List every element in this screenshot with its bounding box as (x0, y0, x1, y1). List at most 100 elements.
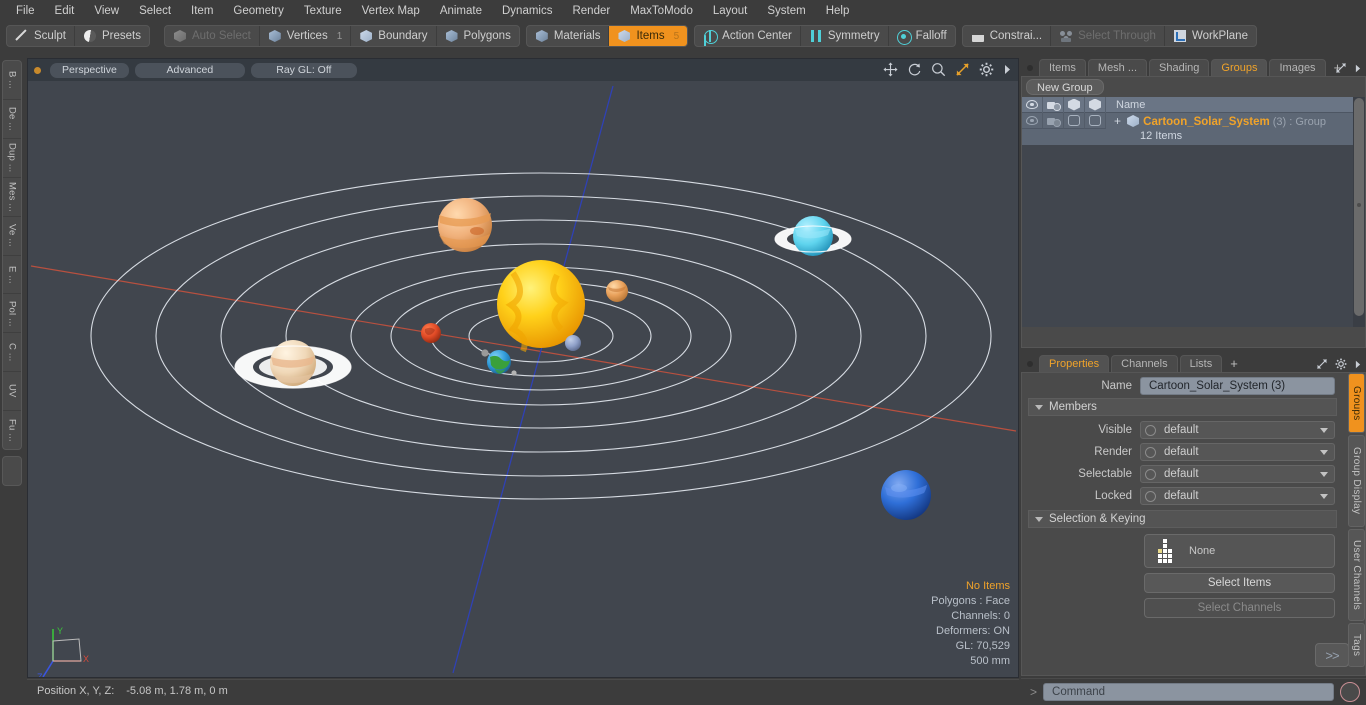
fit-icon[interactable] (955, 62, 970, 77)
planet-venus[interactable] (606, 280, 628, 302)
symmetry-button[interactable]: Symmetry (801, 26, 889, 46)
side-tab-user-channels[interactable]: User Channels (1348, 529, 1365, 621)
viewport-raygl-button[interactable]: Ray GL: Off (250, 62, 357, 78)
menu-item-render[interactable]: Render (562, 1, 620, 21)
constraint-button[interactable]: Constrai... (963, 26, 1052, 46)
expand-icon[interactable] (1335, 62, 1347, 74)
planet-uranus[interactable] (774, 216, 852, 256)
properties-menu-dot-icon[interactable] (1027, 361, 1033, 367)
keyset-selector[interactable]: None (1144, 534, 1335, 568)
left-tab-mesh[interactable]: Mes ... (3, 178, 21, 217)
planet-jupiter[interactable] (438, 198, 492, 252)
workplane-button[interactable]: WorkPlane (1165, 26, 1256, 46)
tab-items[interactable]: Items (1039, 59, 1086, 76)
viewport-projection-button[interactable]: Perspective (50, 62, 129, 78)
column-visible[interactable] (1022, 96, 1043, 113)
tab-lists[interactable]: Lists (1179, 355, 1223, 372)
expand-icon[interactable] (1316, 358, 1328, 370)
name-input[interactable]: Cartoon_Solar_System (3) (1140, 376, 1335, 395)
table-row[interactable]: + Cartoon_Solar_System (3) : Group 12 It… (1022, 113, 1365, 145)
row-name-cell[interactable]: + Cartoon_Solar_System (3) : Group 12 It… (1106, 113, 1365, 145)
tab-properties[interactable]: Properties (1039, 355, 1110, 372)
menu-item-geometry[interactable]: Geometry (223, 1, 294, 21)
column-locked[interactable] (1085, 96, 1106, 113)
side-tab-groups[interactable]: Groups (1348, 373, 1365, 433)
left-tab-deform[interactable]: De ... (3, 100, 21, 139)
column-render[interactable] (1043, 96, 1064, 113)
anim-circle-icon[interactable] (1145, 424, 1156, 436)
tab-groups[interactable]: Groups (1211, 59, 1268, 76)
select-through-button[interactable]: Select Through (1051, 26, 1165, 46)
rotate-icon[interactable] (907, 62, 922, 77)
polygons-button[interactable]: Polygons (437, 26, 519, 46)
left-tab-basic[interactable]: B ... (3, 61, 21, 100)
side-tab-group-display[interactable]: Group Display (1348, 435, 1365, 527)
left-tab-vertex[interactable]: Ve ... (3, 217, 21, 256)
row-visible-toggle[interactable] (1022, 113, 1043, 129)
left-tool-extra-box[interactable] (2, 456, 22, 486)
locked-dropdown[interactable]: default (1140, 487, 1335, 505)
tab-shading[interactable]: Shading (1149, 59, 1210, 76)
members-section-header[interactable]: Members (1028, 398, 1337, 416)
new-group-button[interactable]: New Group (1026, 79, 1104, 95)
planet-neptune[interactable] (881, 470, 931, 520)
vertices-button[interactable]: Vertices 1 (260, 26, 352, 46)
record-icon[interactable] (1340, 682, 1360, 702)
add-properties-tab-button[interactable]: + (1224, 355, 1244, 372)
list-scrollbar[interactable] (1353, 97, 1365, 327)
chevron-right-icon[interactable] (1354, 63, 1362, 74)
chevron-right-icon[interactable] (1354, 359, 1362, 370)
anim-circle-icon[interactable] (1145, 490, 1156, 502)
panel-menu-dot-icon[interactable] (1027, 65, 1033, 71)
menu-item-texture[interactable]: Texture (294, 1, 352, 21)
anim-circle-icon[interactable] (1145, 468, 1156, 480)
row-selectable-toggle[interactable] (1064, 113, 1085, 129)
viewport-menu-dot-icon[interactable] (34, 66, 41, 74)
select-items-button[interactable]: Select Items (1144, 573, 1335, 593)
menu-item-vertex-map[interactable]: Vertex Map (352, 1, 430, 21)
planet-earth[interactable] (481, 349, 517, 376)
list-scrollbar-thumb[interactable] (1354, 98, 1364, 316)
render-dropdown[interactable]: default (1140, 443, 1335, 461)
planet-mars[interactable] (421, 323, 441, 343)
tab-mesh[interactable]: Mesh ... (1087, 59, 1148, 76)
viewport-shading-button[interactable]: Advanced (134, 62, 245, 78)
selectable-dropdown[interactable]: default (1140, 465, 1335, 483)
left-tab-fusion[interactable]: Fu ... (3, 411, 21, 449)
gear-icon[interactable] (1335, 358, 1347, 370)
column-selectable[interactable] (1064, 96, 1085, 113)
viewport-canvas[interactable]: Y X Z No Items Polygons : Face Channels:… (28, 81, 1018, 677)
chevron-right-icon[interactable] (1003, 63, 1012, 76)
gear-icon[interactable] (979, 62, 994, 77)
boundary-button[interactable]: Boundary (351, 26, 437, 46)
action-center-button[interactable]: Action Center (695, 26, 801, 46)
selection-keying-section-header[interactable]: Selection & Keying (1028, 510, 1337, 528)
falloff-button[interactable]: Falloff (889, 26, 955, 46)
row-locked-toggle[interactable] (1085, 113, 1106, 129)
items-button[interactable]: Items 5 (609, 26, 688, 46)
menu-item-maxtomodo[interactable]: MaxToModo (620, 1, 703, 21)
zoom-icon[interactable] (931, 62, 946, 77)
sculpt-button[interactable]: Sculpt (7, 26, 75, 46)
visible-dropdown[interactable]: default (1140, 421, 1335, 439)
auto-select-button[interactable]: Auto Select (165, 26, 260, 46)
presets-button[interactable]: Presets (75, 26, 149, 46)
side-tab-tags[interactable]: Tags (1348, 623, 1365, 667)
command-input[interactable]: Command (1043, 683, 1334, 701)
left-tab-polygon[interactable]: Pol ... (3, 294, 21, 334)
menu-item-system[interactable]: System (757, 1, 815, 21)
move-icon[interactable] (883, 62, 898, 77)
more-options-button[interactable]: >> (1315, 643, 1349, 667)
planet-saturn[interactable] (234, 340, 352, 389)
left-tab-curve[interactable]: C ... (3, 333, 21, 373)
tab-channels[interactable]: Channels (1111, 355, 1178, 372)
menu-item-item[interactable]: Item (181, 1, 223, 21)
left-tab-duplicate[interactable]: Dup ... (3, 139, 21, 178)
menu-item-view[interactable]: View (84, 1, 129, 21)
menu-item-dynamics[interactable]: Dynamics (492, 1, 562, 21)
menu-item-help[interactable]: Help (816, 1, 860, 21)
left-tab-edge[interactable]: E ... (3, 256, 21, 295)
anim-circle-icon[interactable] (1145, 446, 1156, 458)
planet-mercury[interactable] (565, 335, 581, 351)
row-render-toggle[interactable] (1043, 113, 1064, 129)
